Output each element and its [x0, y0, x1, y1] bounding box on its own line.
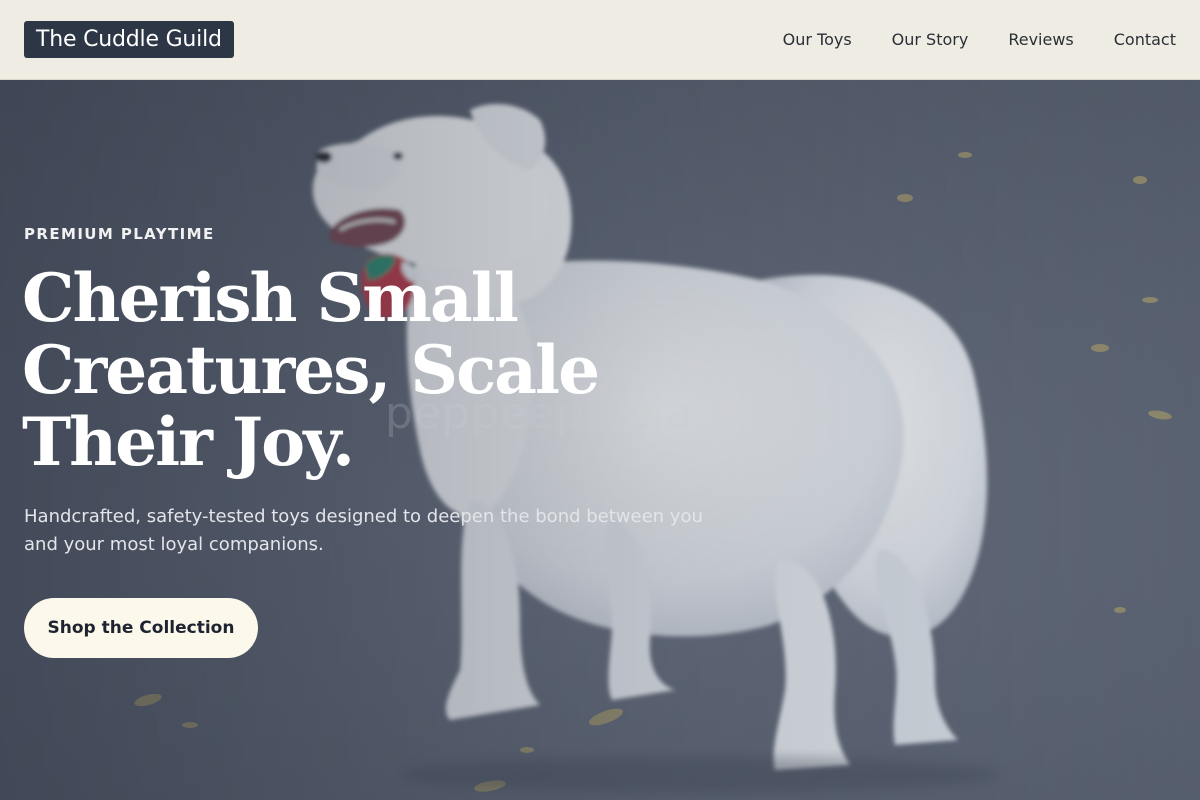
hero-section: peppeep.asia PREMIUM PLAYTIME Cherish Sm… [0, 80, 1200, 800]
nav-link-contact[interactable]: Contact [1114, 30, 1176, 50]
headline-line-1: Cherish Small [22, 259, 519, 337]
brand-logo[interactable]: The Cuddle Guild [24, 21, 234, 58]
headline-line-3: Their Joy. [22, 403, 355, 481]
site-header: The Cuddle Guild Our Toys Our Story Revi… [0, 0, 1200, 80]
shop-collection-button[interactable]: Shop the Collection [24, 598, 258, 658]
hero-subtext: Handcrafted, safety-tested toys designed… [24, 506, 703, 555]
hero-headline: Cherish Small Creatures, Scale Their Joy… [22, 262, 642, 478]
headline-line-2: Creatures, Scale [22, 331, 600, 409]
nav-link-reviews[interactable]: Reviews [1008, 30, 1073, 50]
nav-link-our-toys[interactable]: Our Toys [783, 30, 852, 50]
landing-page: The Cuddle Guild Our Toys Our Story Revi… [0, 0, 1200, 800]
main-nav: Our Toys Our Story Reviews Contact [783, 30, 1176, 50]
hero-eyebrow: PREMIUM PLAYTIME [24, 225, 215, 243]
nav-link-our-story[interactable]: Our Story [892, 30, 969, 50]
